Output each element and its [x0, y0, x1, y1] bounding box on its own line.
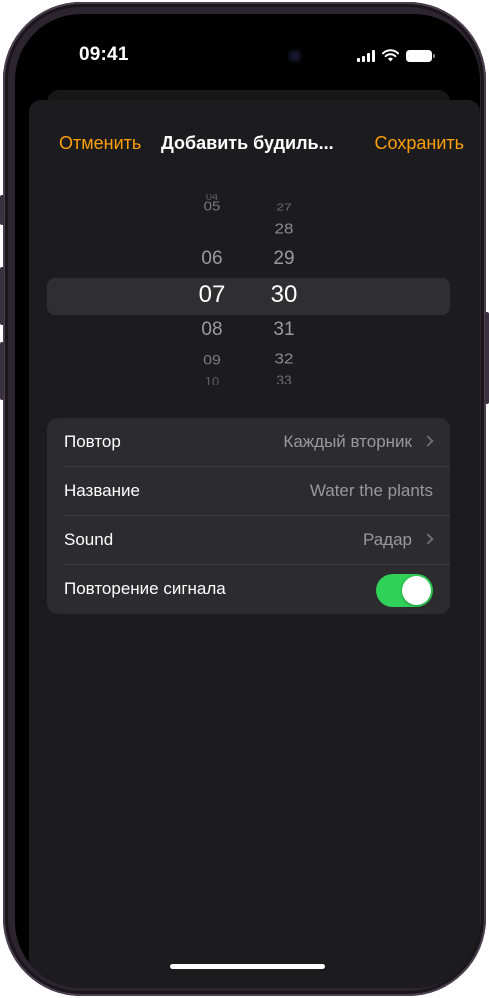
dynamic-island — [186, 38, 310, 74]
hour-value: 06 — [201, 248, 223, 269]
add-alarm-sheet: Отменить Добавить будиль... Сохранить 04… — [29, 100, 480, 988]
camera-icon — [288, 49, 302, 63]
picker-selection-band — [47, 278, 450, 315]
status-icons — [357, 49, 435, 62]
repeat-row[interactable]: Повтор Каждый вторник — [47, 418, 450, 467]
minute-value: 31 — [273, 319, 295, 340]
label-label: Название — [64, 481, 140, 500]
hour-value: 09 — [203, 353, 221, 368]
hour-value: 05 — [203, 199, 221, 214]
snooze-label: Повторение сигнала — [64, 579, 226, 598]
wifi-icon — [382, 49, 399, 62]
sound-row[interactable]: Sound Радар — [47, 516, 450, 565]
label-row[interactable]: Название Water the plants — [47, 467, 450, 516]
minute-value: 32 — [274, 350, 294, 367]
cancel-button[interactable]: Отменить — [59, 133, 141, 154]
volume-up-button — [0, 267, 4, 325]
repeat-label: Повтор — [64, 432, 121, 451]
power-button — [485, 312, 489, 404]
toggle-knob — [402, 576, 431, 605]
minute-value: 28 — [274, 220, 294, 237]
hour-value: 10 — [204, 376, 220, 385]
snooze-toggle[interactable] — [376, 574, 433, 607]
repeat-value: Каждый вторник — [283, 432, 412, 451]
minute-value: 33 — [276, 373, 292, 384]
action-button — [0, 195, 4, 225]
sound-value: Радар — [362, 530, 412, 549]
home-indicator[interactable] — [170, 964, 325, 969]
hour-value: 08 — [201, 319, 223, 340]
sound-label: Sound — [64, 530, 114, 549]
chevron-right-icon — [422, 435, 434, 447]
chevron-right-icon — [422, 533, 434, 545]
phone-frame: 09:41 Отменить Добавить будиль... Сохран… — [0, 2, 489, 996]
snooze-row: Повторение сигнала — [47, 565, 450, 614]
save-button[interactable]: Сохранить — [375, 133, 464, 154]
alarm-settings-group: Повтор Каждый вторник Название Water the… — [47, 418, 450, 614]
cellular-signal-icon — [357, 50, 375, 62]
hour-selected[interactable]: 07 — [187, 281, 237, 309]
minute-selected[interactable]: 30 — [259, 281, 309, 309]
screen: 09:41 Отменить Добавить будиль... Сохран… — [15, 14, 480, 988]
sheet-title: Добавить будиль... — [161, 133, 334, 153]
minute-value: 29 — [273, 248, 295, 269]
status-time: 09:41 — [79, 44, 129, 65]
battery-icon — [406, 50, 435, 62]
minute-value: 27 — [276, 201, 292, 213]
volume-down-button — [0, 342, 4, 400]
label-input[interactable]: Water the plants — [310, 481, 433, 501]
